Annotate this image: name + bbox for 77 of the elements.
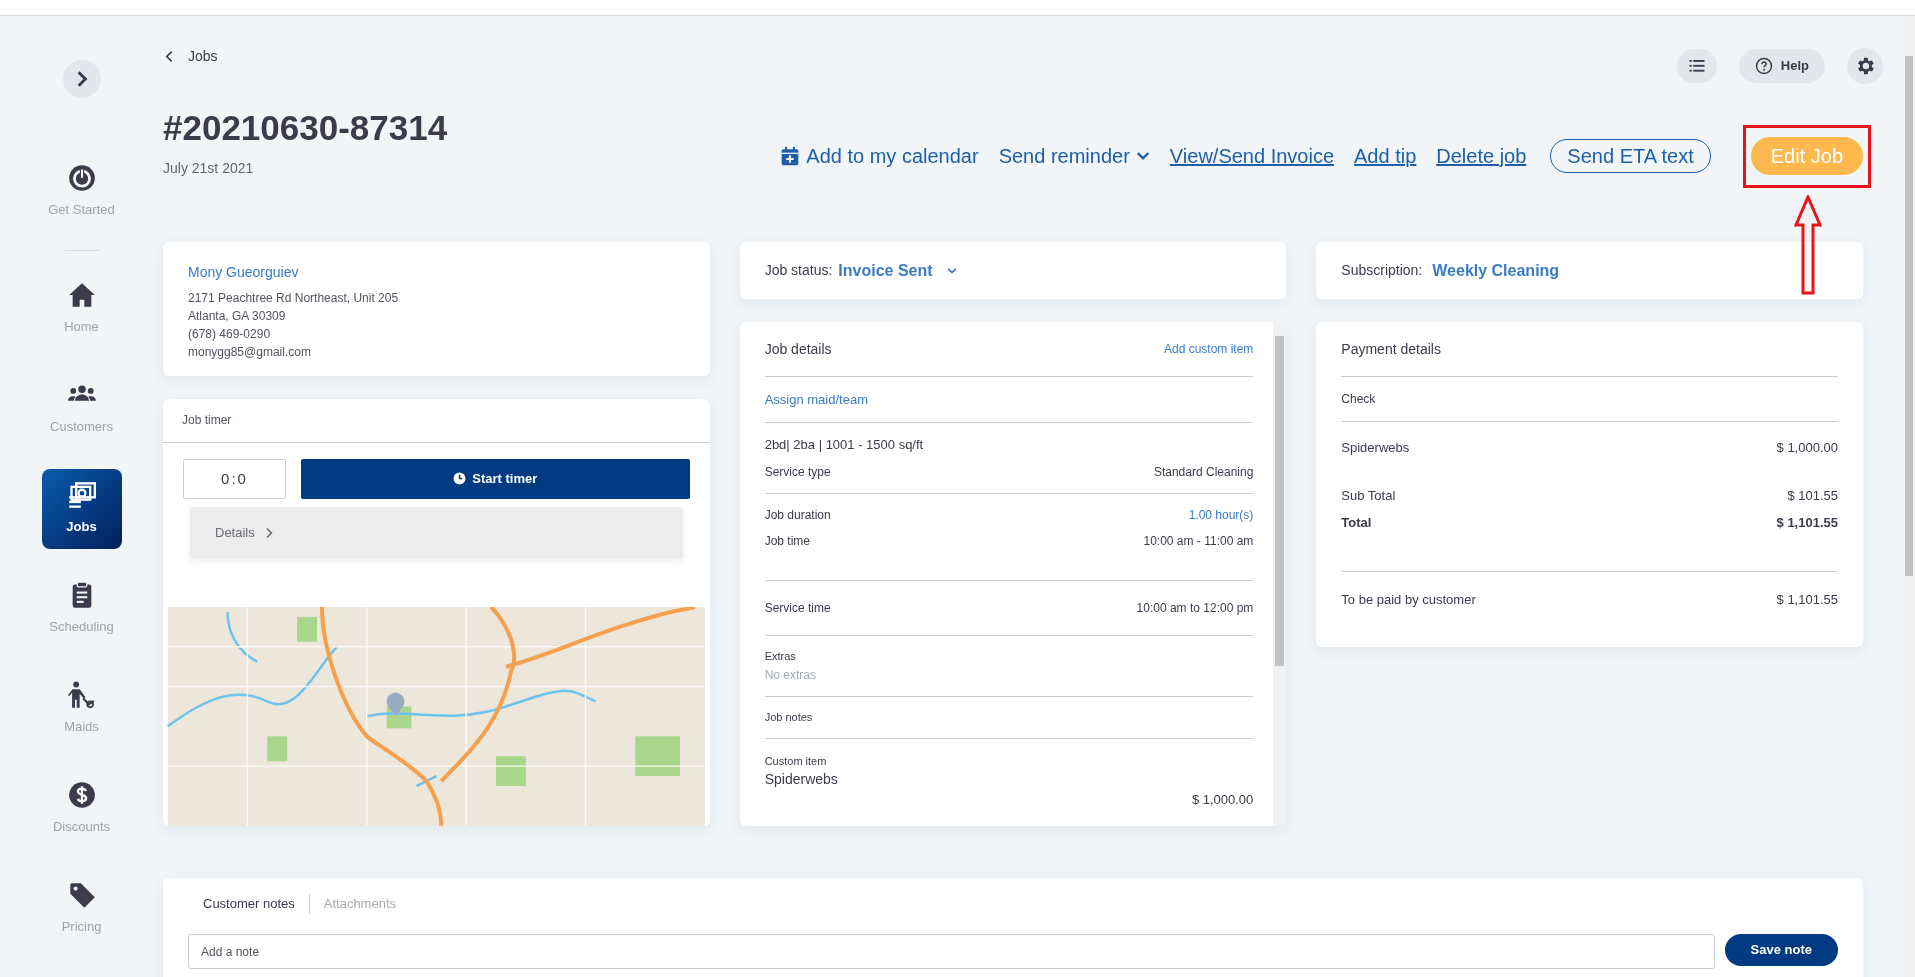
- detail-value: Standard Cleaning: [1153, 463, 1254, 481]
- save-note-button[interactable]: Save note: [1724, 934, 1838, 966]
- nav-item[interactable]: Home: [31, 269, 132, 349]
- add-to-calendar-link[interactable]: Add to my calendar: [780, 141, 979, 171]
- custom-item-price: $ 1,000.00: [1190, 791, 1254, 809]
- payment-method: Check: [1341, 377, 1838, 422]
- page-scrollbar[interactable]: [1903, 16, 1915, 977]
- section-label: Extras: [764, 648, 797, 664]
- nav-item[interactable]: Pricing: [31, 869, 132, 949]
- card-title: Job details: [764, 339, 832, 359]
- home-icon: [67, 281, 96, 310]
- subscription-link[interactable]: Weekly Cleaning: [1432, 258, 1560, 283]
- notes-tab[interactable]: Attachments: [323, 894, 397, 914]
- job-date: July 21st 2021: [163, 159, 255, 178]
- back-link[interactable]: Jobs: [163, 45, 218, 67]
- card-title: Job timer: [163, 399, 710, 443]
- customer-name-link[interactable]: Mony Gueorguiev: [188, 262, 685, 283]
- action-link[interactable]: Add tip: [1354, 141, 1417, 171]
- detail-label: Service time: [764, 599, 831, 617]
- detail-value: 10:00 am - 11:00 am: [1143, 532, 1254, 550]
- custom-item-name: Spiderwebs: [764, 770, 839, 789]
- customer-detail: monygg85@gmail.com: [188, 344, 312, 361]
- action-link[interactable]: View/Send Invoice: [1169, 141, 1335, 171]
- settings-button[interactable]: [1847, 48, 1883, 84]
- expand-sidebar-button[interactable]: [62, 60, 101, 98]
- job-number: #20210630-87314: [163, 107, 448, 149]
- detail-label: Service type: [764, 463, 831, 481]
- total-label: Total: [1341, 514, 1372, 532]
- cash-icon: [67, 481, 96, 510]
- notes-tab[interactable]: Customer notes: [203, 894, 295, 914]
- dollar-icon: [67, 781, 96, 810]
- section-label: Custom item: [764, 753, 828, 769]
- start-timer-button[interactable]: Start timer: [301, 458, 690, 499]
- nav-item[interactable]: Scheduling: [31, 569, 132, 649]
- total-label: Sub Total: [1341, 486, 1396, 505]
- customer-detail: (678) 469-0290: [188, 326, 272, 343]
- detail-label: Job duration: [764, 506, 831, 524]
- scrollbar[interactable]: [1273, 322, 1287, 826]
- customer-detail: 2171 Peachtree Rd Northeast, Unit 205: [188, 290, 400, 307]
- subscription-label: Subscription:: [1341, 261, 1423, 280]
- customer-detail: Atlanta, GA 30309: [188, 308, 287, 325]
- action-link[interactable]: Delete job: [1436, 141, 1527, 171]
- calendar-icon: [780, 146, 801, 166]
- line-item-label: Spiderwebs: [1341, 439, 1410, 457]
- assign-maid-link[interactable]: Assign maid/team: [764, 389, 868, 410]
- details-button[interactable]: Details: [190, 506, 683, 560]
- person-cleaning-icon: [67, 681, 96, 710]
- amount-due-label: To be paid by customer: [1341, 590, 1476, 609]
- tag-icon: [67, 881, 96, 910]
- detail-value: 1.00 hour(s): [1188, 506, 1254, 524]
- card-title: Payment details: [1341, 322, 1838, 377]
- timer-display: 0:0: [183, 458, 286, 499]
- total-amount: $ 101.55: [1787, 486, 1838, 505]
- job-status-label: Job status:: [764, 261, 833, 280]
- list-view-button[interactable]: [1676, 49, 1717, 83]
- help-button[interactable]: Help: [1738, 49, 1825, 83]
- list-icon: [1687, 57, 1706, 75]
- help-icon: [1754, 57, 1773, 75]
- clock-icon: [453, 472, 467, 486]
- home-size-text: 2bd| 2ba | 1001 - 1500 sq/ft: [764, 436, 925, 454]
- amount-due: $ 1,101.55: [1776, 590, 1838, 609]
- section-label: Job notes: [764, 710, 814, 725]
- detail-value: 10:00 am to 12:00 pm: [1136, 599, 1254, 617]
- power-icon: [67, 164, 96, 193]
- nav-item[interactable]: Discounts: [31, 769, 132, 849]
- job-status-dropdown[interactable]: Invoice Sent: [838, 258, 957, 283]
- send-reminder-dropdown[interactable]: Send reminder: [998, 141, 1150, 171]
- nav-item[interactable]: Jobs: [41, 469, 122, 549]
- detail-label: Job time: [764, 532, 810, 550]
- total-amount: $ 1,101.55: [1776, 514, 1838, 532]
- line-item-amount: $ 1,000.00: [1776, 439, 1838, 457]
- nav-item[interactable]: Maids: [31, 669, 132, 749]
- section-value: No extras: [764, 667, 817, 684]
- note-input[interactable]: Add a note: [188, 934, 1715, 969]
- nav-item[interactable]: Customers: [31, 369, 132, 449]
- nav-item[interactable]: Get Started: [31, 152, 132, 232]
- add-custom-item-link[interactable]: Add custom item: [1163, 340, 1254, 358]
